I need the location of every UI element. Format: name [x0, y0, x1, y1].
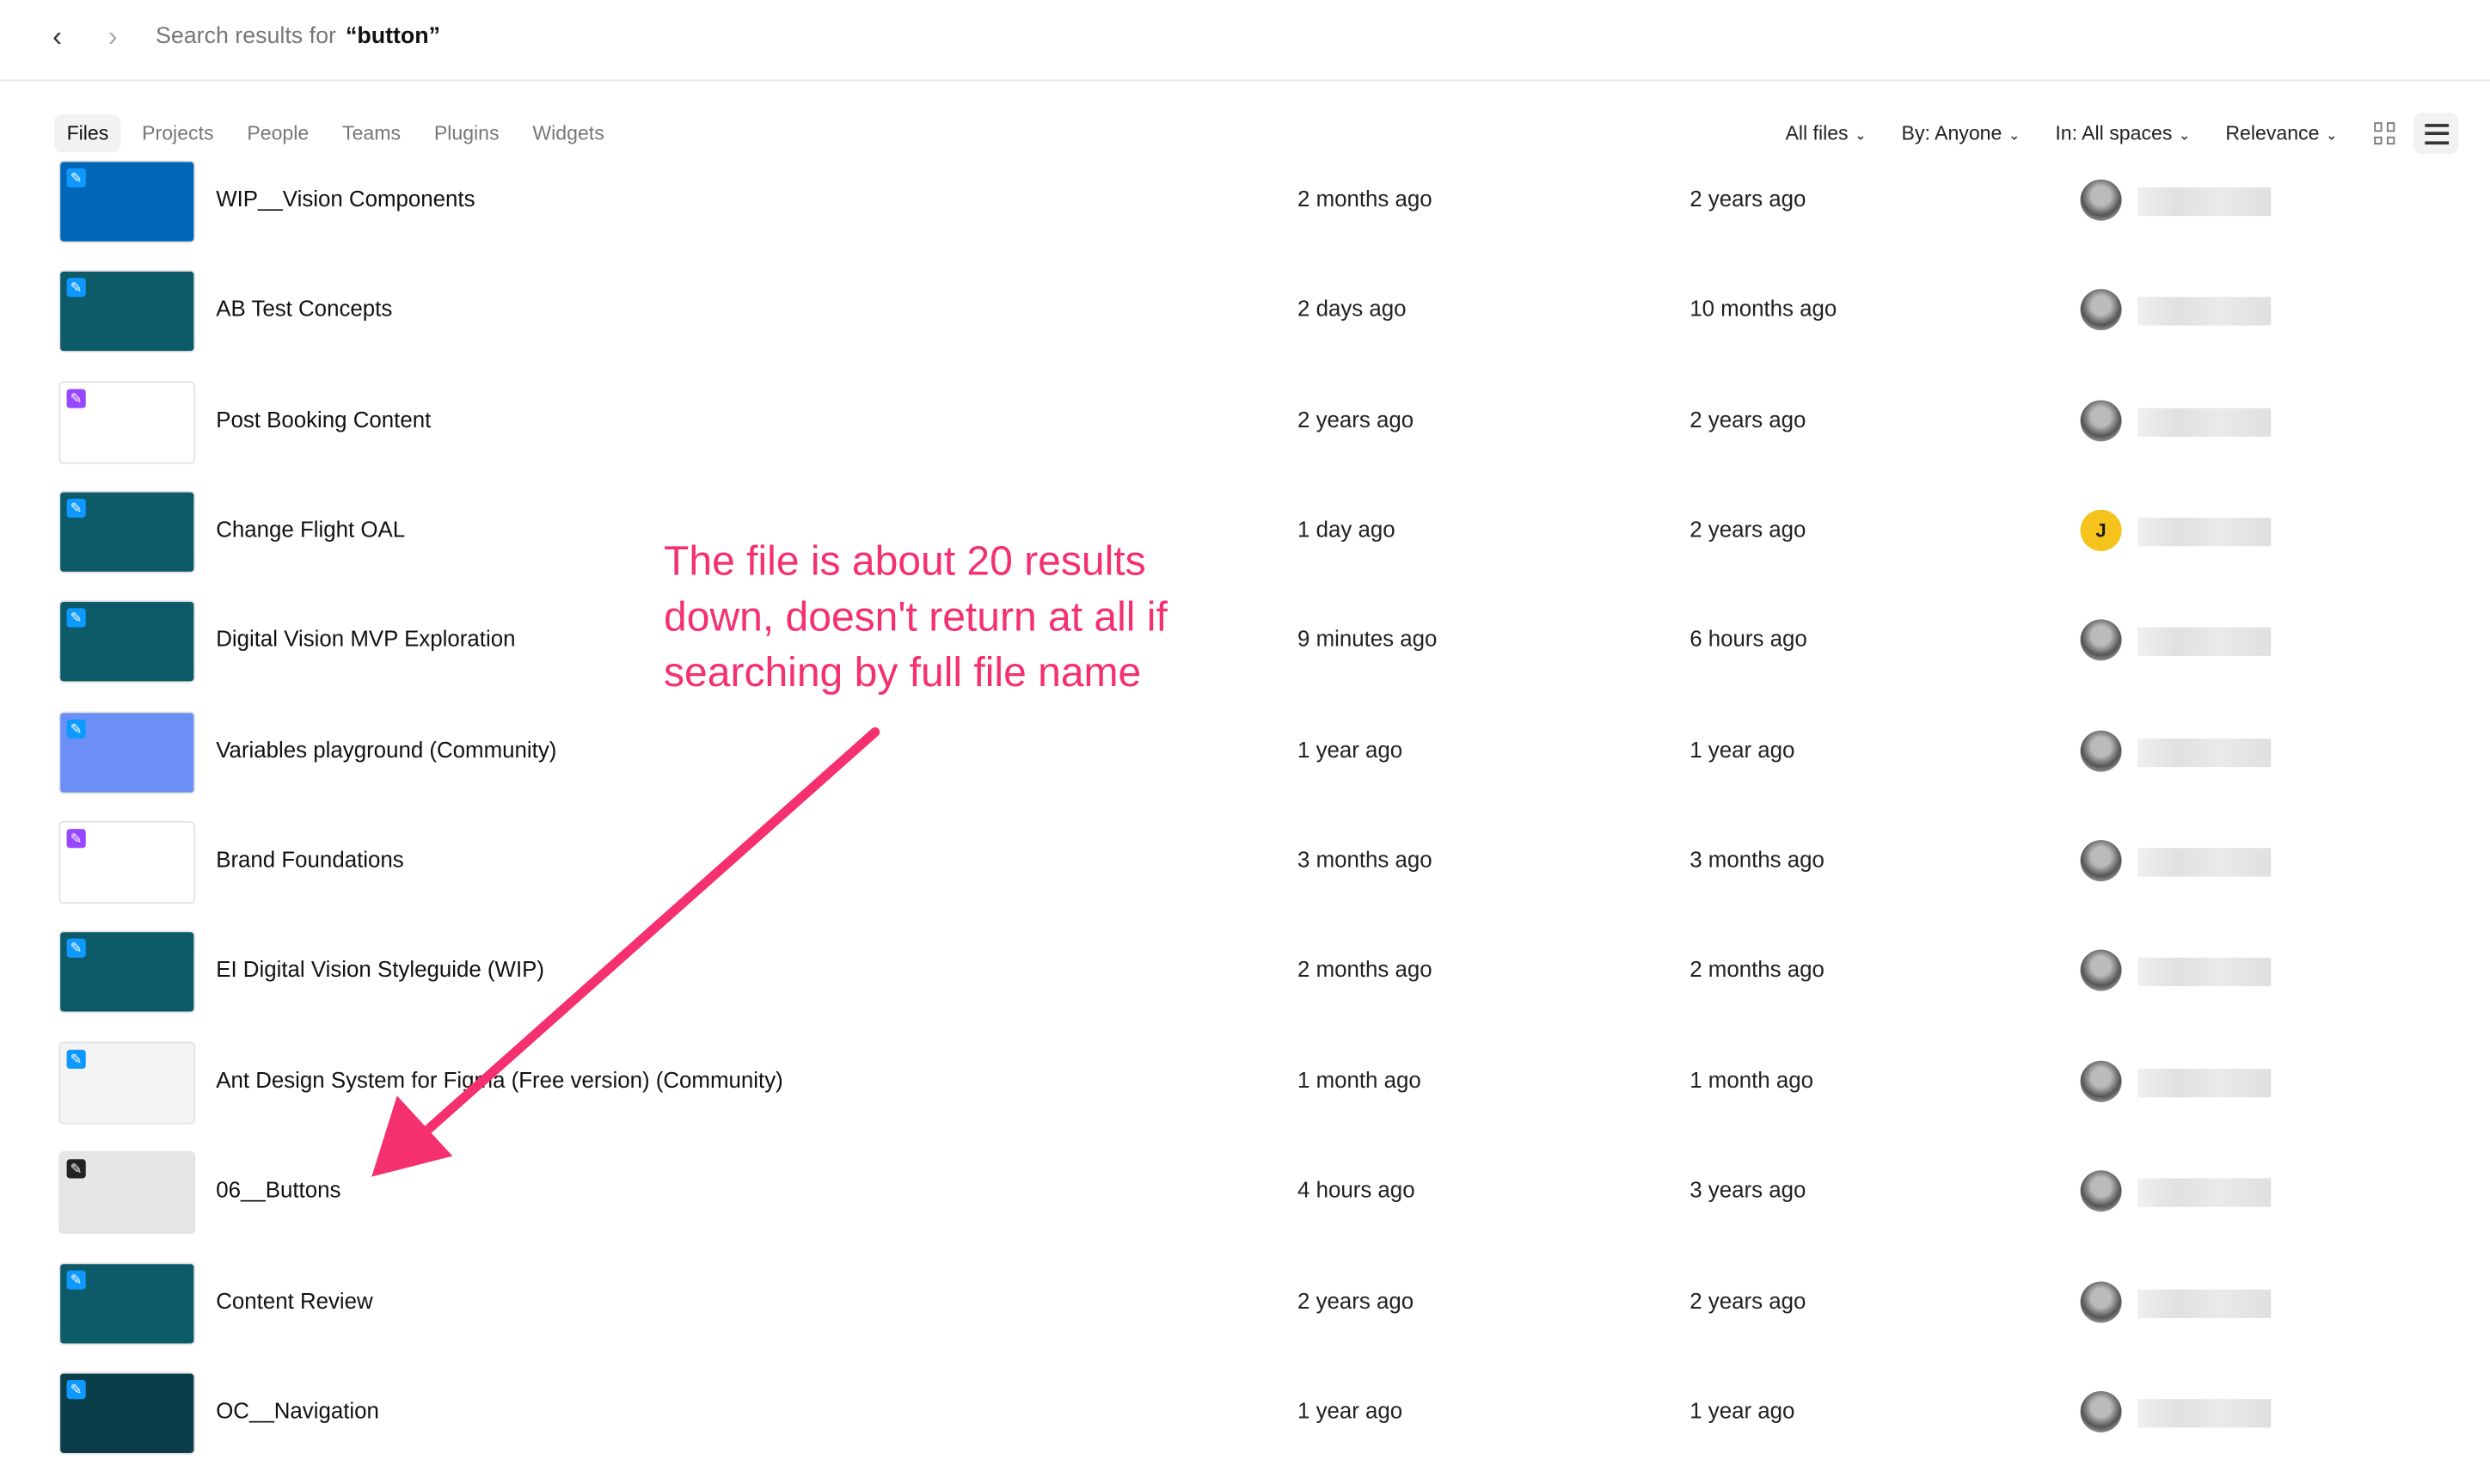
search-results-page: ‹ › Search results for “button” Files Pro…	[0, 0, 2490, 1484]
annotation-arrow	[371, 727, 880, 1177]
